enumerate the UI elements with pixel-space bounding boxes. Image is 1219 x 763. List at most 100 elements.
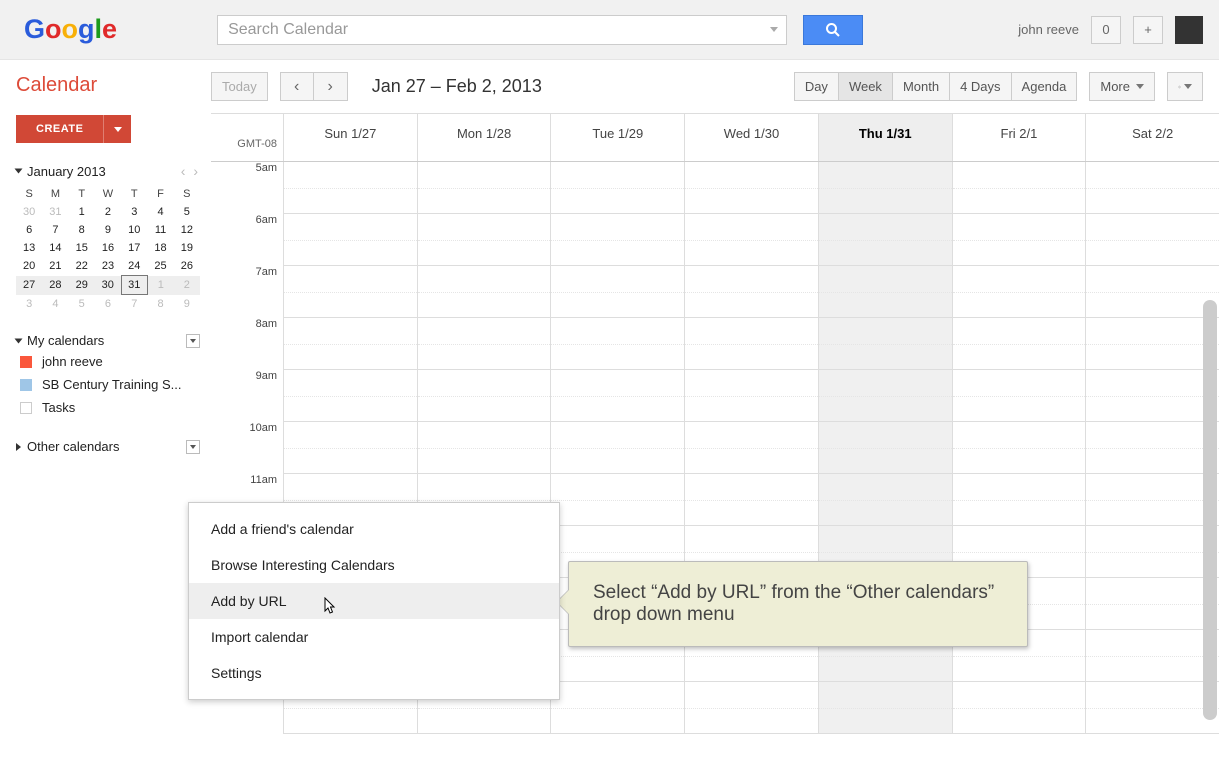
avatar[interactable]: [1175, 16, 1203, 44]
menu-item[interactable]: Browse Interesting Calendars: [189, 547, 559, 583]
more-button[interactable]: More: [1089, 72, 1155, 101]
hour-cell[interactable]: [551, 214, 684, 266]
day-column[interactable]: [684, 162, 818, 734]
mini-day[interactable]: 31: [42, 203, 68, 221]
day-column[interactable]: [550, 162, 684, 734]
hour-cell[interactable]: [418, 214, 551, 266]
day-header[interactable]: Sat 2/2: [1085, 114, 1219, 161]
mini-day[interactable]: 7: [42, 221, 68, 239]
mini-day[interactable]: 21: [42, 257, 68, 276]
hour-cell[interactable]: [953, 214, 1086, 266]
hour-cell[interactable]: [1086, 578, 1219, 630]
hour-cell[interactable]: [685, 422, 818, 474]
hour-cell[interactable]: [953, 318, 1086, 370]
hour-cell[interactable]: [418, 370, 551, 422]
hour-cell[interactable]: [1086, 370, 1219, 422]
hour-cell[interactable]: [551, 266, 684, 318]
hour-cell[interactable]: [819, 266, 952, 318]
mini-prev-button[interactable]: ‹: [181, 163, 186, 179]
view-week-button[interactable]: Week: [839, 72, 893, 101]
view-4days-button[interactable]: 4 Days: [950, 72, 1011, 101]
mini-day[interactable]: 2: [174, 276, 200, 295]
hour-cell[interactable]: [685, 370, 818, 422]
hour-cell[interactable]: [551, 474, 684, 526]
mini-day[interactable]: 2: [95, 203, 121, 221]
hour-cell[interactable]: [685, 682, 818, 734]
hour-cell[interactable]: [418, 266, 551, 318]
mini-day[interactable]: 18: [147, 239, 173, 257]
hour-cell[interactable]: [284, 162, 417, 214]
search-options-dropdown-icon[interactable]: [770, 27, 778, 32]
mini-day[interactable]: 29: [69, 276, 95, 295]
prev-button[interactable]: ‹: [280, 72, 314, 101]
search-button[interactable]: [803, 15, 863, 45]
mini-day[interactable]: 31: [121, 276, 147, 295]
mini-day[interactable]: 10: [121, 221, 147, 239]
view-day-button[interactable]: Day: [794, 72, 839, 101]
search-input[interactable]: Search Calendar: [217, 15, 787, 45]
mini-day[interactable]: 13: [16, 239, 42, 257]
mini-day[interactable]: 3: [16, 295, 42, 314]
hour-cell[interactable]: [685, 266, 818, 318]
menu-item[interactable]: Add by URL: [189, 583, 559, 619]
hour-cell[interactable]: [284, 214, 417, 266]
mini-day[interactable]: 7: [121, 295, 147, 314]
mini-day[interactable]: 1: [69, 203, 95, 221]
hour-cell[interactable]: [819, 214, 952, 266]
hour-cell[interactable]: [819, 318, 952, 370]
hour-cell[interactable]: [953, 162, 1086, 214]
my-calendars-options-button[interactable]: [186, 334, 200, 348]
mini-day[interactable]: 8: [69, 221, 95, 239]
day-column[interactable]: [952, 162, 1086, 734]
calendar-item[interactable]: Tasks: [16, 396, 200, 419]
mini-day[interactable]: 1: [147, 276, 173, 295]
hour-cell[interactable]: [819, 162, 952, 214]
other-calendars-header[interactable]: Other calendars: [16, 437, 200, 456]
google-logo[interactable]: Google: [24, 14, 117, 45]
mini-day[interactable]: 11: [147, 221, 173, 239]
hour-cell[interactable]: [819, 370, 952, 422]
today-button[interactable]: Today: [211, 72, 268, 101]
hour-cell[interactable]: [953, 422, 1086, 474]
chevron-down-icon[interactable]: [15, 169, 23, 174]
calendar-item[interactable]: john reeve: [16, 350, 200, 373]
mini-day[interactable]: 30: [95, 276, 121, 295]
menu-item[interactable]: Add a friend's calendar: [189, 511, 559, 547]
hour-cell[interactable]: [685, 474, 818, 526]
hour-cell[interactable]: [284, 370, 417, 422]
menu-item[interactable]: Import calendar: [189, 619, 559, 655]
hour-cell[interactable]: [418, 422, 551, 474]
mini-day[interactable]: 19: [174, 239, 200, 257]
hour-cell[interactable]: [1086, 526, 1219, 578]
hour-cell[interactable]: [953, 474, 1086, 526]
mini-day[interactable]: 6: [16, 221, 42, 239]
menu-item[interactable]: Settings: [189, 655, 559, 691]
hour-cell[interactable]: [284, 318, 417, 370]
mini-day[interactable]: 28: [42, 276, 68, 295]
hour-cell[interactable]: [551, 422, 684, 474]
hour-cell[interactable]: [953, 682, 1086, 734]
mini-day[interactable]: 30: [16, 203, 42, 221]
mini-day[interactable]: 27: [16, 276, 42, 295]
notifications-button[interactable]: 0: [1091, 16, 1121, 44]
mini-day[interactable]: 4: [42, 295, 68, 314]
hour-cell[interactable]: [1086, 474, 1219, 526]
day-header[interactable]: Thu 1/31: [818, 114, 952, 161]
mini-day[interactable]: 26: [174, 257, 200, 276]
day-header[interactable]: Mon 1/28: [417, 114, 551, 161]
hour-cell[interactable]: [1086, 422, 1219, 474]
hour-cell[interactable]: [551, 318, 684, 370]
hour-cell[interactable]: [1086, 630, 1219, 682]
mini-day[interactable]: 9: [95, 221, 121, 239]
mini-day[interactable]: 5: [174, 203, 200, 221]
hour-cell[interactable]: [551, 162, 684, 214]
hour-cell[interactable]: [1086, 682, 1219, 734]
mini-day[interactable]: 4: [147, 203, 173, 221]
hour-cell[interactable]: [1086, 266, 1219, 318]
scrollbar[interactable]: [1203, 300, 1217, 720]
mini-day[interactable]: 3: [121, 203, 147, 221]
day-header[interactable]: Fri 2/1: [952, 114, 1086, 161]
mini-day[interactable]: 12: [174, 221, 200, 239]
hour-cell[interactable]: [1086, 214, 1219, 266]
mini-next-button[interactable]: ›: [193, 163, 198, 179]
